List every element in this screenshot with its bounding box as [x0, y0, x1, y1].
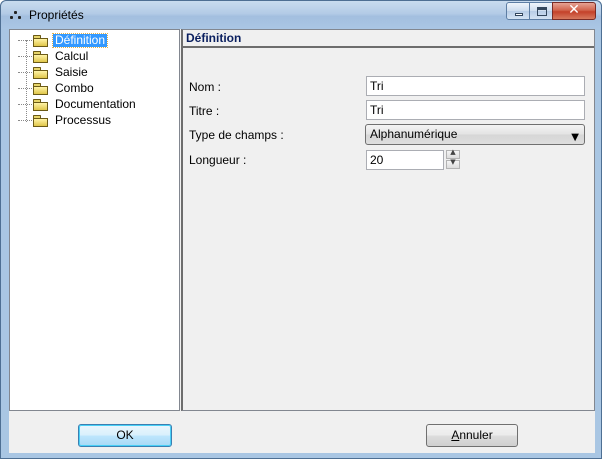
- tree-item-label: Calcul: [55, 49, 89, 63]
- tree-connector: [18, 88, 32, 89]
- spin-up-icon: ▲: [450, 148, 456, 156]
- cancel-label: nnuler: [459, 428, 493, 442]
- type-select-value: Alphanumérique: [370, 127, 458, 141]
- tree-connector: [18, 120, 32, 121]
- minimize-button[interactable]: [506, 2, 530, 20]
- close-button[interactable]: ✕: [552, 2, 596, 20]
- maximize-button[interactable]: [529, 2, 553, 20]
- titre-label: Titre :: [189, 104, 220, 118]
- folder-icon: [32, 114, 50, 128]
- ok-button[interactable]: OK: [78, 424, 172, 447]
- tree-connector: [18, 72, 32, 73]
- properties-window: Propriétés ✕ Définition Calcul Saisie Co…: [0, 0, 602, 459]
- minimize-icon: [515, 13, 523, 16]
- maximize-icon: [537, 7, 547, 16]
- tree-connector: [26, 40, 27, 122]
- nom-label: Nom :: [189, 80, 222, 94]
- tree-connector: [18, 56, 32, 57]
- close-icon: ✕: [568, 2, 580, 18]
- window-title: Propriétés: [29, 8, 84, 22]
- longueur-input[interactable]: 20: [366, 150, 444, 170]
- folder-icon: [32, 98, 50, 112]
- folder-icon: [32, 34, 50, 48]
- panel-title: Définition: [183, 30, 594, 48]
- longueur-label: Longueur :: [189, 153, 247, 167]
- cancel-button[interactable]: Annuler: [426, 424, 518, 447]
- type-label: Type de champs :: [189, 128, 284, 142]
- category-tree[interactable]: Définition Calcul Saisie Combo Documenta: [9, 29, 180, 411]
- folder-icon: [32, 66, 50, 80]
- tree-item-label: Combo: [55, 81, 94, 95]
- app-icon: [9, 8, 23, 22]
- chevron-down-icon: ▼: [571, 132, 579, 143]
- tree-item-label: Saisie: [55, 65, 88, 79]
- spin-down-icon: ▼: [450, 158, 456, 166]
- properties-panel: Définition Nom : Titre : Type de champs …: [181, 29, 595, 411]
- spin-down-button[interactable]: ▼: [446, 158, 460, 169]
- tree-item-label: Processus: [55, 113, 112, 127]
- folder-icon: [32, 50, 50, 64]
- nom-input[interactable]: [366, 76, 585, 96]
- tree-item-label: Documentation: [55, 97, 136, 111]
- title-bar[interactable]: Propriétés ✕: [1, 1, 601, 29]
- tree-item-label: Définition: [51, 33, 109, 48]
- type-select[interactable]: Alphanumérique ▼: [365, 124, 585, 145]
- tree-connector: [18, 104, 32, 105]
- titre-input[interactable]: [366, 100, 585, 120]
- folder-icon: [32, 82, 50, 96]
- dialog-client: Définition Calcul Saisie Combo Documenta: [9, 29, 595, 453]
- tree-connector: [18, 40, 32, 41]
